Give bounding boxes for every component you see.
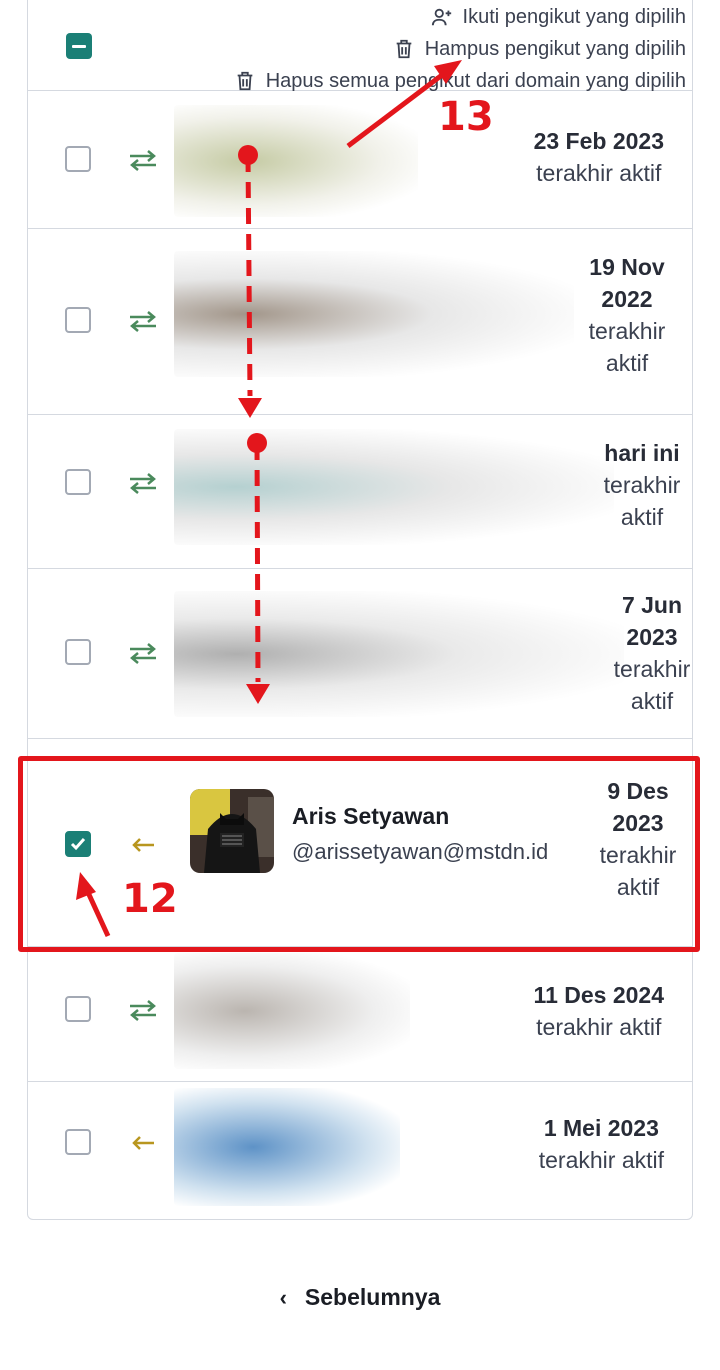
last-active-date: hari ini: [604, 440, 680, 466]
last-active-label: terakhir aktif: [536, 1014, 662, 1040]
last-active-date: 23 Feb 2023: [533, 128, 664, 154]
avatar[interactable]: [190, 789, 274, 873]
last-active: 11 Des 2024 terakhir aktif: [534, 979, 664, 1043]
follow-selected-label: Ikuti pengikut yang dipilih: [462, 5, 686, 28]
last-active-date: 11 Des 2024: [533, 982, 664, 1008]
follow-selected-button[interactable]: Ikuti pengikut yang dipilih: [234, 1, 686, 33]
account-display-name[interactable]: Aris Setyawan: [292, 803, 449, 830]
trash-icon: [396, 39, 412, 59]
last-active-date: 9 Des 2023: [607, 778, 669, 836]
remove-selected-label: Hampus pengikut yang dipilih: [424, 37, 686, 60]
last-active-label: terakhir aktif: [588, 318, 666, 376]
redacted-account: [174, 591, 624, 717]
follower-row[interactable]: 1 Mei 2023 terakhir aktif: [28, 1082, 692, 1221]
last-active-label: terakhir aktif: [603, 472, 681, 530]
bulk-actions-header: Ikuti pengikut yang dipilih Hampus pengi…: [28, 0, 692, 92]
followers-panel: Ikuti pengikut yang dipilih Hampus pengi…: [27, 0, 693, 1220]
row-checkbox[interactable]: [65, 469, 91, 495]
follower-row[interactable]: 11 Des 2024 terakhir aktif: [28, 947, 692, 1082]
chevron-left-icon: ‹: [279, 1284, 287, 1310]
last-active-date: 19 Nov 2022: [589, 254, 665, 312]
mutual-arrows-icon: [130, 1000, 156, 1021]
check-icon: [70, 838, 86, 851]
follower-row[interactable]: 7 Jun 2023 terakhir aktif: [28, 569, 692, 739]
row-checkbox-checked[interactable]: [65, 831, 91, 857]
redacted-account: [174, 251, 574, 377]
step-12-label: 12: [122, 876, 178, 922]
step-13-label: 13: [438, 94, 494, 140]
remove-selected-button[interactable]: Hampus pengikut yang dipilih: [234, 33, 686, 65]
bulk-actions: Ikuti pengikut yang dipilih Hampus pengi…: [234, 1, 686, 97]
last-active: 19 Nov 2022 terakhir aktif: [582, 251, 672, 379]
row-checkbox[interactable]: [65, 1129, 91, 1155]
last-active-date: 1 Mei 2023: [543, 1115, 659, 1141]
last-active: 7 Jun 2023 terakhir aktif: [612, 589, 692, 717]
redacted-account: [174, 105, 418, 217]
select-all-checkbox[interactable]: [66, 33, 92, 59]
redacted-account: [174, 953, 410, 1069]
redacted-account: [174, 429, 614, 545]
last-active: 9 Des 2023 terakhir aktif: [592, 775, 684, 903]
row-checkbox[interactable]: [65, 639, 91, 665]
last-active-label: terakhir aktif: [538, 1147, 664, 1173]
user-plus-icon: [431, 8, 451, 26]
row-checkbox[interactable]: [65, 146, 91, 172]
mutual-arrows-icon: [130, 473, 156, 494]
last-active: 23 Feb 2023 terakhir aktif: [534, 125, 664, 189]
follower-arrow-icon: [132, 838, 154, 852]
mutual-arrows-icon: [130, 643, 156, 664]
redacted-account: [174, 1088, 400, 1206]
follower-row[interactable]: 19 Nov 2022 terakhir aktif: [28, 229, 692, 415]
last-active-date: 7 Jun 2023: [621, 592, 683, 650]
follower-row[interactable]: hari ini terakhir aktif: [28, 415, 692, 569]
last-active-label: terakhir aktif: [536, 160, 662, 186]
last-active: 1 Mei 2023 terakhir aktif: [539, 1112, 664, 1176]
previous-page-link[interactable]: Sebelumnya: [305, 1284, 441, 1311]
mutual-arrows-icon: [130, 311, 156, 332]
row-checkbox[interactable]: [65, 307, 91, 333]
remove-domain-label: Hapus semua pengikut dari domain yang di…: [265, 69, 686, 92]
account-handle: @arissetyawan@mstdn.id: [292, 839, 549, 864]
last-active-label: terakhir aktif: [613, 656, 691, 714]
row-checkbox[interactable]: [65, 996, 91, 1022]
mutual-arrows-icon: [130, 150, 156, 171]
avatar-image: [190, 789, 274, 873]
last-active: hari ini terakhir aktif: [592, 437, 692, 533]
follower-row[interactable]: 23 Feb 2023 terakhir aktif: [28, 91, 692, 229]
pagination: ‹ Sebelumnya: [0, 1284, 720, 1311]
follower-arrow-icon: [132, 1136, 154, 1150]
trash-icon: [237, 71, 253, 91]
last-active-label: terakhir aktif: [599, 842, 677, 900]
